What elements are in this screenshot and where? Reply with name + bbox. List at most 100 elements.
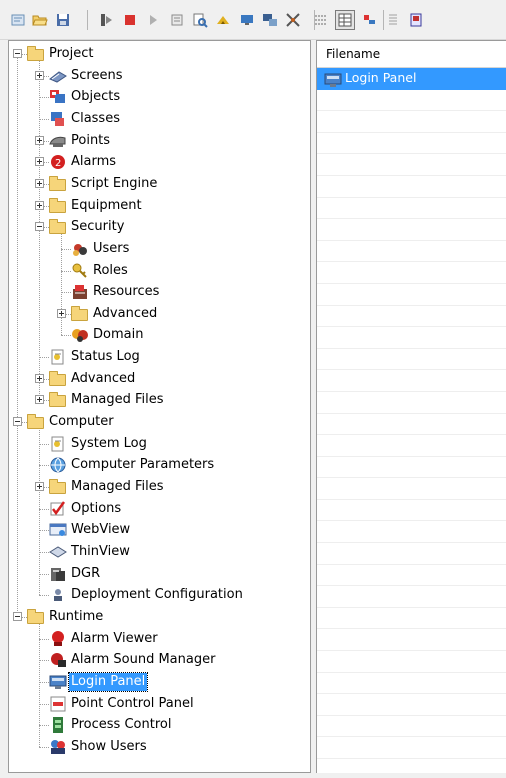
folder-icon [49, 478, 67, 496]
alarm-viewer-icon [49, 630, 67, 648]
tree-connector [61, 335, 71, 337]
screens-icon [49, 67, 67, 85]
tree-item-screens[interactable]: Screens [9, 66, 310, 86]
tree-item-managed-files[interactable]: Managed Files [9, 477, 310, 497]
expand-icon[interactable] [57, 308, 66, 318]
tree-item-users[interactable]: Users [9, 239, 310, 259]
run-toolbar-button[interactable] [96, 10, 116, 30]
stop-icon [122, 12, 138, 28]
empty-list-row [317, 565, 506, 587]
expand-icon[interactable] [35, 157, 44, 167]
open-folder-toolbar-button[interactable] [30, 10, 50, 30]
folder-icon [49, 175, 67, 193]
tree-item-login-panel[interactable]: Login Panel [9, 671, 310, 692]
tree-item-advanced[interactable]: Advanced [9, 369, 310, 389]
empty-list-row [317, 349, 506, 371]
list-item[interactable]: Login Panel [317, 68, 506, 90]
tree-item-security[interactable]: Security [9, 217, 310, 237]
tree-item-alarm-sound-manager[interactable]: Alarm Sound Manager [9, 650, 310, 670]
tree-item-show-users[interactable]: Show Users [9, 737, 310, 757]
filename-column-header[interactable]: Filename [317, 41, 506, 68]
expand-icon[interactable] [35, 482, 44, 491]
list-toolbar-button[interactable] [383, 10, 403, 30]
svg-text:2: 2 [55, 158, 61, 169]
tree-item-alarm-viewer[interactable]: Alarm Viewer [9, 629, 310, 649]
collapse-icon[interactable] [35, 222, 44, 232]
tree-item-alarms[interactable]: 2 Alarms [9, 152, 310, 172]
file-list[interactable]: Filename Login Panel [316, 40, 506, 773]
empty-list-row [317, 716, 506, 738]
tree-item-point-control-panel[interactable]: Point Control Panel [9, 694, 310, 714]
tree-item-label: Domain [93, 327, 144, 343]
list-item-label: Login Panel [345, 70, 417, 85]
tree-item-managed-files[interactable]: Managed Files [9, 390, 310, 410]
tree-item-computer[interactable]: Computer [9, 412, 310, 432]
login-panel-icon [49, 673, 67, 691]
tree-item-equipment[interactable]: Equipment [9, 196, 310, 216]
network-toolbar-button[interactable] [283, 10, 303, 30]
align-icon [361, 12, 377, 28]
screen-toolbar-button[interactable] [237, 10, 257, 30]
tree-item-deployment-configuration[interactable]: Deployment Configuration [9, 585, 310, 605]
objects-icon [49, 88, 67, 106]
tree-item-domain[interactable]: Domain [9, 325, 310, 345]
empty-list-row [317, 370, 506, 392]
find-toolbar-button[interactable] [190, 10, 210, 30]
expand-icon[interactable] [35, 395, 44, 405]
expand-icon[interactable] [35, 178, 44, 188]
tree-item-points[interactable]: Points [9, 131, 310, 151]
tree-item-advanced[interactable]: Advanced [9, 304, 310, 324]
tree-item-thinview[interactable]: ThinView [9, 542, 310, 562]
empty-list-row [317, 414, 506, 436]
tree-item-classes[interactable]: Classes [9, 109, 310, 129]
expand-icon[interactable] [35, 70, 44, 80]
tree-connector [61, 248, 71, 250]
save-toolbar-button[interactable] [53, 10, 73, 30]
tree-item-computer-parameters[interactable]: Computer Parameters [9, 455, 310, 475]
tree-connector [39, 725, 49, 727]
collapse-icon[interactable] [13, 611, 22, 621]
stop-toolbar-button[interactable] [120, 10, 140, 30]
project-tree[interactable]: Project Screens Objects Classes Points 2 Alarm… [8, 40, 311, 773]
empty-list-row [317, 392, 506, 414]
tools-toolbar-button[interactable] [167, 10, 187, 30]
folder-icon [49, 197, 67, 215]
exit-toolbar-button[interactable] [406, 10, 426, 30]
collapse-icon[interactable] [13, 417, 22, 427]
expand-icon[interactable] [35, 373, 44, 383]
grid-icon [313, 12, 329, 28]
tree-item-label: Alarms [71, 154, 117, 170]
tree-connector [39, 703, 49, 705]
tree-item-resources[interactable]: Resources [9, 282, 310, 302]
collapse-icon[interactable] [13, 49, 22, 58]
tree-item-status-log[interactable]: Status Log [9, 347, 310, 367]
wizard-toolbar-button[interactable] [8, 10, 28, 30]
tree-item-options[interactable]: Options [9, 499, 310, 519]
tree-item-roles[interactable]: Roles [9, 261, 310, 281]
tree-item-project[interactable]: Project [9, 44, 310, 64]
tree-item-system-log[interactable]: System Log [9, 434, 310, 454]
tree-item-label: Project [49, 46, 94, 61]
monitor-toolbar-button[interactable] [260, 10, 280, 30]
empty-list-row [317, 133, 506, 155]
tree-item-label: Status Log [71, 349, 140, 365]
table-toolbar-button[interactable] [335, 10, 355, 30]
connect-toolbar-button[interactable] [213, 10, 233, 30]
align-toolbar-button[interactable] [359, 10, 379, 30]
tree-item-objects[interactable]: Objects [9, 87, 310, 107]
folder-icon [49, 218, 67, 236]
play-toolbar-button[interactable] [143, 10, 163, 30]
tree-item-webview[interactable]: WebView [9, 520, 310, 540]
points-icon [49, 132, 67, 150]
empty-list-row [317, 111, 506, 133]
expand-icon[interactable] [35, 135, 44, 145]
tree-item-label: Equipment [71, 197, 142, 213]
tree-item-process-control[interactable]: Process Control [9, 715, 310, 735]
tree-item-label: Script Engine [71, 175, 158, 191]
tree-item-runtime[interactable]: Runtime [9, 607, 310, 627]
tree-item-dgr[interactable]: DGR [9, 564, 310, 584]
tree-connector [39, 357, 49, 359]
expand-icon[interactable] [35, 200, 44, 210]
tree-connector [39, 595, 49, 597]
tree-item-script-engine[interactable]: Script Engine [9, 174, 310, 194]
